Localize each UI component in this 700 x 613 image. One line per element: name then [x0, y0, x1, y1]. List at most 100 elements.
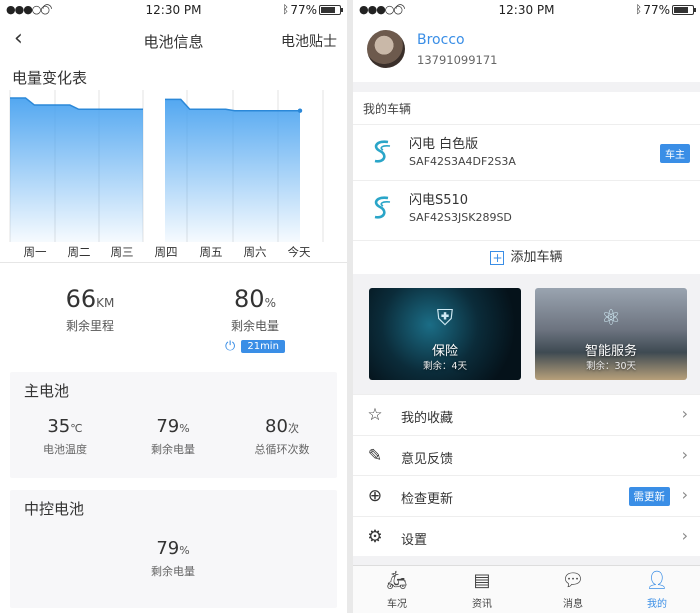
owner-badge: 车主	[660, 144, 690, 163]
shield-icon: ⛨	[436, 306, 454, 331]
charge-stat: 80% 剩余电量 ⏻ 21min	[185, 285, 325, 354]
menu-item-check-update[interactable]: ⊕ 检查更新 需更新 ›	[353, 475, 700, 516]
menu-item-favorites[interactable]: ☆ 我的收藏 ›	[353, 394, 700, 435]
user-icon: 👤︎	[645, 570, 669, 591]
control-charge-unit: %	[179, 544, 190, 557]
control-charge-stat: 79% 剩余电量	[123, 538, 223, 579]
my-account-screen: ●●●○○ ◠ 12:30 PM ᛒ 77% Brocco 1379109917…	[353, 0, 700, 613]
vehicle-item[interactable]: 闪电S510 SAF42S3JSK289SD	[353, 180, 700, 236]
chevron-right-icon: ›	[681, 404, 688, 423]
tab-label: 消息	[563, 599, 583, 610]
service-title: 智能服务	[584, 344, 637, 359]
chart-current-point	[297, 108, 303, 113]
range-value: 66	[65, 285, 97, 313]
vehicle-item[interactable]: 闪电 白色版 SAF42S3A4DF2S3A 车主	[353, 124, 700, 180]
chart-x-tick-label: 周一	[23, 245, 47, 259]
cycles-label: 总循环次数	[254, 443, 310, 456]
menu-label: 检查更新	[401, 492, 454, 507]
profile-header[interactable]: Brocco 13791099171	[353, 20, 700, 82]
status-bar: ●●●○○ ◠ 12:30 PM ᛒ 77%	[0, 0, 347, 20]
service-title: 保险	[431, 344, 458, 359]
battery-percent: 77%	[290, 3, 317, 17]
temp-label: 电池温度	[43, 443, 87, 456]
charge-label: 剩余电量	[230, 319, 279, 333]
menu-label: 设置	[401, 532, 428, 548]
services-section: ⛨ 保险 剩余：4天 ⚛ 智能服务 剩余：30天	[353, 278, 700, 388]
tab-news[interactable]: ▤ 资讯	[452, 570, 512, 610]
plug-icon: ⏻	[225, 339, 236, 354]
chart-x-tick-label: 周三	[110, 245, 134, 259]
temp-value: 35	[47, 416, 71, 437]
charge-value: 80	[234, 285, 265, 313]
cycles-value: 80	[265, 416, 288, 437]
main-charge-stat: 79% 剩余电量	[123, 416, 223, 457]
menu-label: 意见反馈	[401, 451, 454, 467]
vehicle-name: 闪电 白色版	[409, 137, 479, 152]
main-battery-title: 主电池	[24, 382, 70, 400]
battery-icon	[672, 5, 696, 15]
user-name: Brocco	[417, 32, 465, 48]
charge-time-badge: 21min	[241, 340, 285, 353]
chart-x-axis: 周一 周二 周三 周四 周五 周六 今天	[0, 244, 347, 262]
range-stat: 66KM 剩余里程	[20, 285, 160, 334]
control-battery-title: 中控电池	[24, 500, 85, 518]
summary-stats: 66KM 剩余里程 80% 剩余电量 ⏻ 21min	[0, 262, 347, 370]
temp-unit: ℃	[70, 422, 83, 435]
battery-icon	[319, 5, 343, 15]
chat-icon: 💬︎	[561, 570, 585, 591]
chevron-right-icon: ›	[681, 485, 688, 504]
tab-label: 资讯	[472, 599, 492, 610]
range-label: 剩余里程	[65, 319, 114, 333]
add-vehicle-button[interactable]: + 添加车辆	[353, 240, 700, 274]
tab-label: 我的	[647, 599, 667, 610]
chart-area-series-1	[10, 97, 143, 242]
tab-vehicle-status[interactable]: 🛵︎ 车况	[367, 570, 427, 610]
tab-mine[interactable]: 👤︎ 我的	[627, 570, 687, 610]
battery-percent: 77%	[643, 3, 670, 17]
chart-x-tick-label: 周五	[199, 245, 223, 259]
chevron-right-icon: ›	[681, 444, 688, 464]
tab-messages[interactable]: 💬︎ 消息	[543, 570, 603, 610]
control-charge-value: 79	[156, 538, 180, 559]
bluetooth-icon: ᛒ	[635, 3, 642, 16]
battery-chart: 电量变化表	[0, 60, 347, 242]
menu-label: 我的收藏	[401, 411, 454, 426]
chevron-right-icon: ›	[681, 525, 688, 545]
main-charge-value: 79	[156, 416, 180, 437]
insurance-card[interactable]: ⛨ 保险 剩余：4天	[369, 288, 521, 380]
edit-icon: ✎	[367, 445, 383, 466]
chart-area-series-2	[165, 99, 300, 242]
vehicle-id: SAF42S3A4DF2S3A	[409, 155, 516, 168]
control-charge-label: 剩余电量	[151, 565, 195, 578]
status-bar-right: ●●●○○ ◠ 12:30 PM ᛒ 77%	[353, 0, 700, 20]
main-charge-label: 剩余电量	[151, 443, 195, 456]
range-unit: KM	[96, 296, 115, 310]
chart-x-tick-label: 周二	[67, 245, 91, 259]
chart-x-tick-label: 周四	[154, 245, 178, 259]
control-battery-card: 中控电池 79% 剩余电量	[10, 490, 337, 608]
tab-bar: 🛵︎ 车况 ▤ 资讯 💬︎ 消息 👤︎ 我的	[353, 565, 700, 613]
avatar[interactable]	[367, 30, 405, 68]
vehicle-id: SAF42S3JSK289SD	[409, 211, 512, 224]
charge-unit: %	[264, 296, 276, 310]
gear-icon: ⚙	[367, 526, 383, 547]
user-phone: 13791099171	[417, 53, 498, 67]
update-badge: 需更新	[628, 487, 670, 506]
service-remaining: 剩余：30天	[585, 361, 637, 372]
smart-service-card[interactable]: ⚛ 智能服务 剩余：30天	[535, 288, 687, 380]
chart-x-tick-label: 今天	[287, 245, 311, 259]
menu-item-settings[interactable]: ⚙ 设置 ›	[353, 515, 700, 557]
main-charge-unit: %	[179, 422, 190, 435]
nav-bar: ‹ 电池信息 电池贴士	[0, 22, 347, 58]
scooter-icon: 🛵︎	[385, 570, 409, 591]
menu-item-feedback[interactable]: ✎ 意见反馈 ›	[353, 434, 700, 476]
cycles-unit: 次	[287, 422, 299, 435]
vehicle-logo-icon	[374, 196, 391, 219]
atom-icon: ⚛	[601, 306, 621, 331]
tab-label: 车况	[387, 599, 407, 610]
plus-icon: +	[490, 251, 505, 265]
chart-title: 电量变化表	[12, 69, 88, 87]
service-remaining: 剩余：4天	[422, 361, 468, 372]
my-vehicles-section: 我的车辆 闪电 白色版 SAF42S3A4DF2S3A 车主 闪电S510 SA…	[353, 92, 700, 274]
battery-tips-link[interactable]: 电池贴士	[281, 31, 337, 51]
